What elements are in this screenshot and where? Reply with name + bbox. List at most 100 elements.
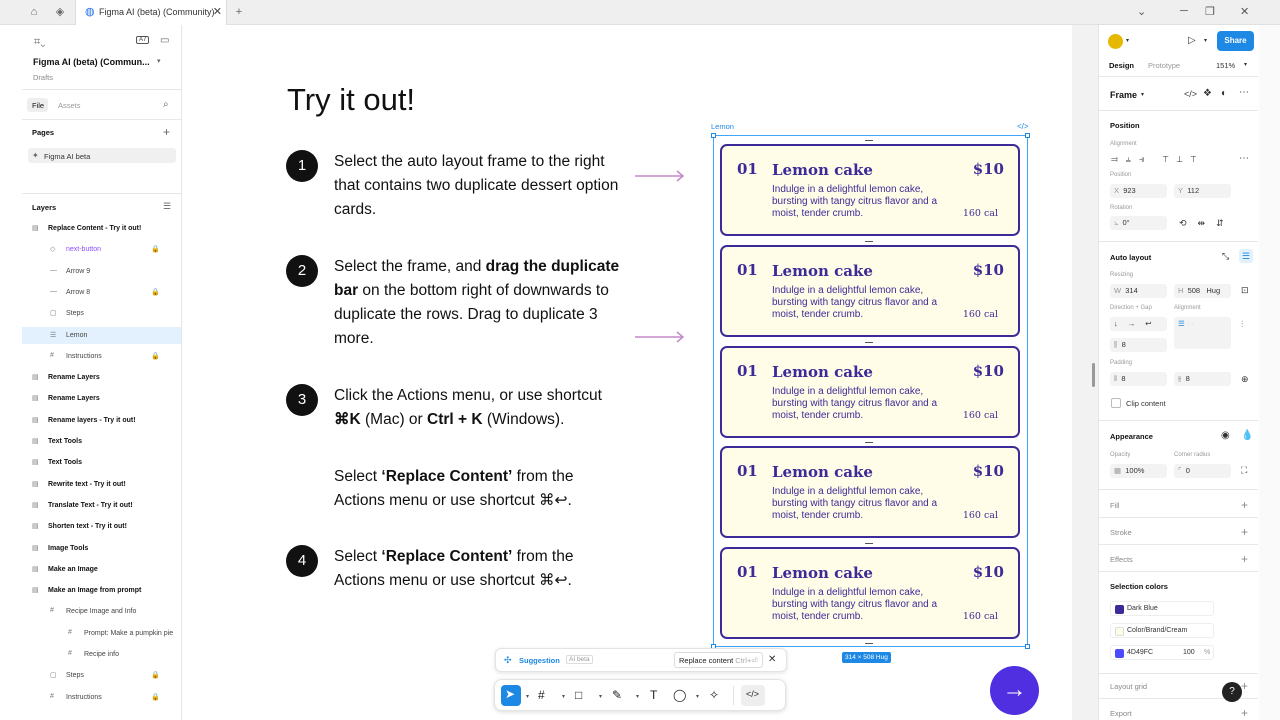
canvas[interactable]: Try it out! 1 Select the auto layout fra… xyxy=(183,25,1072,720)
padding-settings-icon[interactable]: ⊕ xyxy=(1241,374,1249,385)
dessert-card[interactable]: 01 Lemon cake $10 Indulge in a delightful l… xyxy=(720,245,1020,337)
duplicate-bar[interactable] xyxy=(865,643,873,644)
arrow-8[interactable] xyxy=(635,331,685,343)
layer-row[interactable] xyxy=(22,561,181,578)
chevron-down-icon[interactable]: ▾ xyxy=(562,693,565,700)
avatar[interactable] xyxy=(1108,34,1123,49)
play-icon[interactable]: ▷ xyxy=(1188,35,1196,46)
tab-prototype[interactable]: Prototype xyxy=(1148,61,1180,70)
spacing-handle[interactable] xyxy=(865,543,873,544)
arrow-9[interactable] xyxy=(635,170,685,182)
frame-label[interactable]: Lemon xyxy=(711,122,734,131)
contrast-icon[interactable]: ◐ xyxy=(1221,88,1227,99)
layer-row[interactable] xyxy=(22,454,181,471)
dessert-card[interactable]: 01 Lemon cake $10 Indulge in a delightful l… xyxy=(720,547,1020,639)
move-tool-icon[interactable]: ➤ xyxy=(505,687,515,701)
tab-file[interactable]: ◍ Figma AI (beta) (Community) ✕ xyxy=(75,0,227,25)
tab-close-icon[interactable]: ✕ xyxy=(213,5,222,18)
x-field[interactable]: X 923 xyxy=(1110,184,1167,198)
text-tool-icon[interactable]: T xyxy=(650,688,657,702)
shape-tool-icon[interactable]: □ xyxy=(575,688,582,702)
layout-settings-icon[interactable]: ⫶ xyxy=(1241,319,1243,330)
dessert-card[interactable]: 01 Lemon cake $10 Indulge in a delightful l… xyxy=(720,346,1020,438)
add-export-icon[interactable]: + xyxy=(1241,706,1248,720)
close-icon[interactable]: ✕ xyxy=(768,654,776,665)
layer-row[interactable] xyxy=(22,369,181,386)
minimize-icon[interactable]: ─ xyxy=(1180,5,1188,17)
radius-field[interactable]: ⌜ 0 xyxy=(1174,464,1231,478)
figma-menu-icon[interactable]: ⌗⌄ xyxy=(34,36,45,49)
direction-buttons[interactable]: ↓→↩ xyxy=(1110,317,1167,331)
chevron-down-icon[interactable]: ▾ xyxy=(696,693,699,700)
chevron-down-icon[interactable]: ▾ xyxy=(599,693,602,700)
eye-icon[interactable]: ◉ xyxy=(1221,430,1230,441)
add-layout-grid-icon[interactable]: + xyxy=(1241,679,1248,693)
new-tab-button[interactable]: + xyxy=(231,4,247,20)
constraints-icon[interactable]: ⊡ xyxy=(1241,285,1249,296)
comment-tool-icon[interactable]: ◯ xyxy=(673,688,686,702)
add-page-icon[interactable]: + xyxy=(163,125,170,139)
lock-icon[interactable]: 🔒 xyxy=(151,693,160,701)
chevron-down-icon[interactable]: ▾ xyxy=(636,693,639,700)
zoom-level[interactable]: 151% xyxy=(1216,61,1235,70)
selection-color-row[interactable]: Dark Blue xyxy=(1110,601,1214,616)
layer-row[interactable] xyxy=(22,390,181,407)
community-icon[interactable]: ◈ xyxy=(52,4,68,20)
selection-color-row[interactable]: Color/Brand/Cream xyxy=(1110,623,1214,638)
dessert-card[interactable]: 01 Lemon cake $10 Indulge in a delightful l… xyxy=(720,446,1020,538)
selection-color-row[interactable]: 4D49FC 100 % xyxy=(1110,645,1214,660)
page-item-label[interactable]: Figma AI beta xyxy=(44,152,90,161)
ai-badge[interactable]: A7 xyxy=(136,36,150,44)
code-icon[interactable]: </> xyxy=(1184,89,1197,99)
opacity-field[interactable]: ▦ 100% xyxy=(1110,464,1167,478)
lock-icon[interactable]: 🔒 xyxy=(151,352,160,360)
resize-handle[interactable] xyxy=(1025,133,1030,138)
layer-row[interactable] xyxy=(22,433,181,450)
add-fill-icon[interactable]: + xyxy=(1241,498,1248,512)
add-stroke-icon[interactable]: + xyxy=(1241,525,1248,539)
chevron-down-icon[interactable]: ▾ xyxy=(157,57,161,65)
width-field[interactable]: W 314 xyxy=(1110,284,1167,298)
spacing-handle[interactable] xyxy=(865,442,873,443)
chevron-down-icon[interactable]: ⌄ xyxy=(1137,5,1146,18)
search-icon[interactable]: ⌕ xyxy=(163,99,169,110)
layer-row[interactable] xyxy=(22,263,181,280)
padding-v-field[interactable]: ⫵ 8 xyxy=(1174,372,1231,386)
align-buttons[interactable]: ⫤⫨⫣ ⊤⊥⊤ xyxy=(1111,154,1204,165)
layers-options-icon[interactable]: ☰ xyxy=(163,201,171,212)
independent-corners-icon[interactable]: ⛶ xyxy=(1241,465,1247,476)
spacing-handle[interactable] xyxy=(865,140,873,141)
scrollbar-thumb[interactable] xyxy=(1092,363,1095,387)
share-button[interactable]: Share xyxy=(1217,31,1254,51)
more-icon[interactable]: ⋯ xyxy=(1239,87,1249,98)
flip-buttons[interactable]: ⟲⇹⇵ xyxy=(1179,218,1235,229)
code-icon[interactable]: </> xyxy=(1017,122,1029,131)
layer-row[interactable] xyxy=(22,540,181,557)
lock-icon[interactable]: 🔒 xyxy=(151,671,160,679)
tab-design[interactable]: Design xyxy=(1109,61,1134,70)
tab-assets[interactable]: Assets xyxy=(58,101,81,110)
tab-file-panel[interactable]: File xyxy=(32,101,44,110)
home-icon[interactable]: ⌂ xyxy=(26,4,42,20)
more-icon[interactable]: ⋯ xyxy=(1239,153,1249,164)
rotation-field[interactable]: ⦣ 0° xyxy=(1110,216,1167,230)
replace-content-button[interactable]: Replace content Ctrl+⏎ xyxy=(674,652,763,668)
add-effect-icon[interactable]: + xyxy=(1241,552,1248,566)
resize-handle[interactable] xyxy=(711,133,716,138)
alignment-grid[interactable]: ☰ · · xyxy=(1174,317,1231,349)
chevron-down-icon[interactable]: ▾ xyxy=(1204,37,1207,44)
clip-content-checkbox[interactable] xyxy=(1111,398,1121,408)
next-button[interactable]: → xyxy=(990,666,1039,715)
file-name[interactable]: Figma AI (beta) (Commun... xyxy=(33,57,150,67)
resize-handle[interactable] xyxy=(1025,644,1030,649)
gap-field[interactable]: ⫼ 8 xyxy=(1110,338,1167,352)
sidebar-toggle-icon[interactable]: ▭ xyxy=(160,35,169,46)
spacing-handle[interactable] xyxy=(865,241,873,242)
autolayout-toggle-icon[interactable]: ☰ xyxy=(1239,249,1253,263)
layer-row[interactable] xyxy=(22,305,181,322)
y-field[interactable]: Y 112 xyxy=(1174,184,1231,198)
spacing-handle[interactable] xyxy=(865,342,873,343)
lock-icon[interactable]: 🔒 xyxy=(151,245,160,253)
chevron-down-icon[interactable]: ▾ xyxy=(1126,37,1129,44)
dev-mode-icon[interactable]: </> xyxy=(746,689,759,699)
